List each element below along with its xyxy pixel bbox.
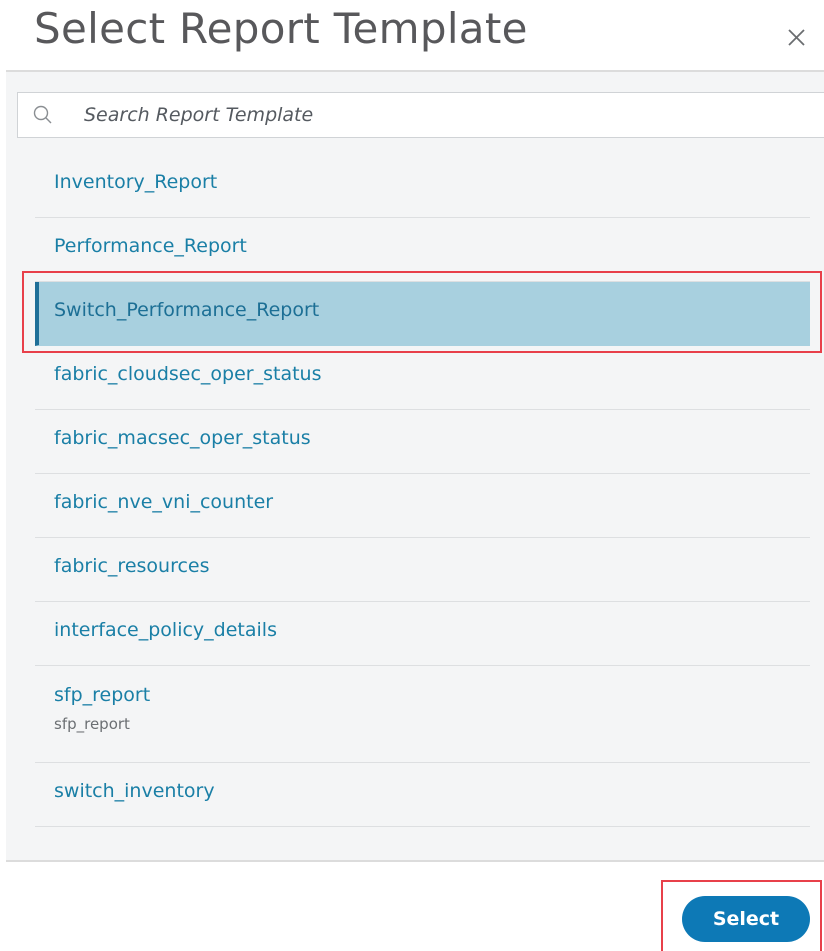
template-label: Switch_Performance_Report — [54, 299, 320, 321]
list-item[interactable]: sfp_report sfp_report — [35, 666, 810, 763]
template-label: Inventory_Report — [54, 171, 218, 193]
list-item[interactable]: switch_inventory — [35, 763, 810, 827]
list-item[interactable]: fabric_cloudsec_oper_status — [35, 346, 810, 410]
list-item[interactable]: fabric_resources — [35, 538, 810, 602]
template-label: fabric_nve_vni_counter — [54, 491, 274, 513]
list-item-selected[interactable]: Switch_Performance_Report — [35, 282, 810, 346]
search-icon — [33, 105, 52, 124]
template-label: switch_inventory — [54, 780, 215, 802]
template-label: sfp_report — [54, 684, 151, 706]
select-button[interactable]: Select — [682, 896, 810, 942]
list-item[interactable]: Performance_Report — [35, 218, 810, 282]
list-item[interactable]: fabric_macsec_oper_status — [35, 410, 810, 474]
list-item[interactable]: fabric_nve_vni_counter — [35, 474, 810, 538]
list-item[interactable]: Inventory_Report — [35, 154, 810, 218]
search-box — [17, 92, 824, 138]
search-input[interactable] — [84, 93, 804, 137]
template-label: fabric_resources — [54, 555, 210, 577]
template-description: sfp_report — [54, 715, 130, 733]
template-label: Performance_Report — [54, 235, 247, 257]
template-label: fabric_macsec_oper_status — [54, 427, 311, 449]
template-list: Inventory_Report Performance_Report Swit… — [35, 154, 810, 827]
dialog-title: Select Report Template — [34, 4, 528, 53]
template-label: interface_policy_details — [54, 619, 277, 641]
template-list-panel: Inventory_Report Performance_Report Swit… — [6, 70, 824, 862]
template-label: fabric_cloudsec_oper_status — [54, 363, 322, 385]
list-item[interactable]: interface_policy_details — [35, 602, 810, 666]
close-button[interactable] — [778, 17, 816, 55]
close-icon — [788, 29, 805, 46]
